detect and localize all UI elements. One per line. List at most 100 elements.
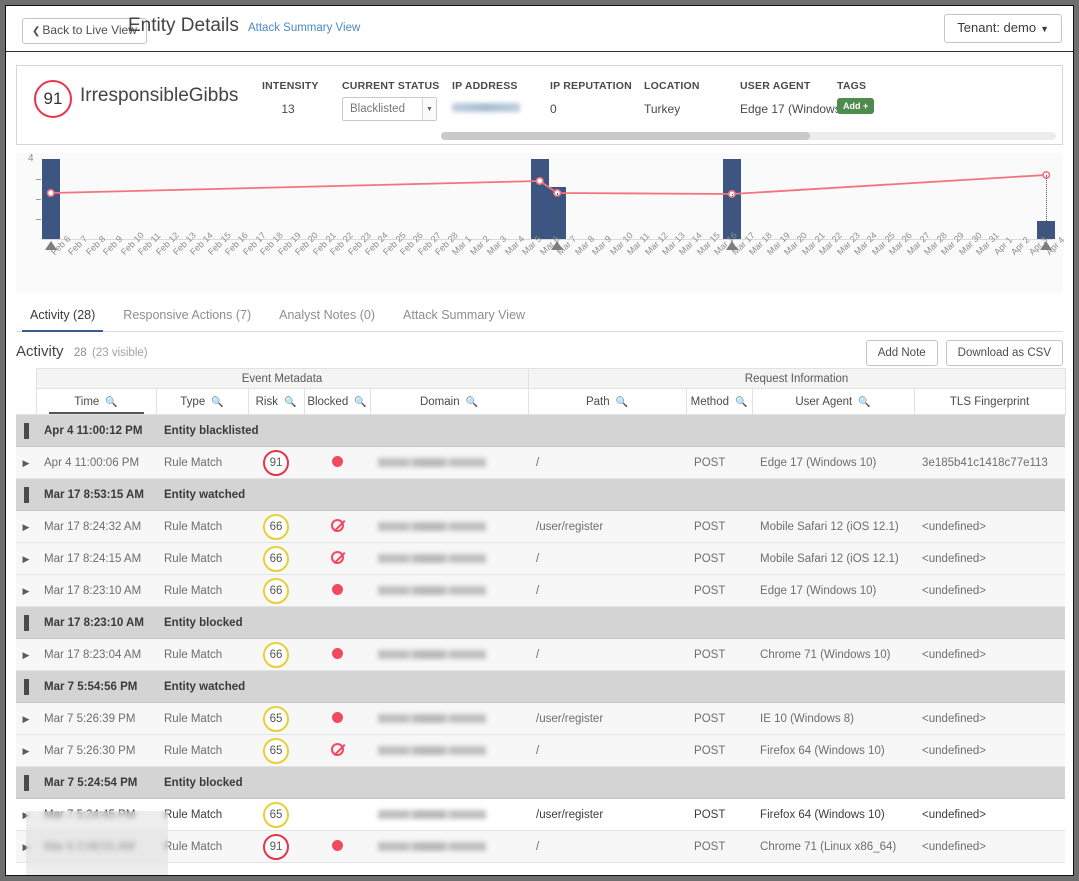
table-group-header: Request Information xyxy=(527,368,1066,389)
column-header-risk[interactable]: Risk 🔍 xyxy=(247,388,305,415)
domain-value-redacted xyxy=(378,457,486,467)
attack-summary-view-link[interactable]: Attack Summary View xyxy=(248,22,360,34)
add-note-button[interactable]: Add Note xyxy=(865,340,938,366)
caret-right-icon[interactable]: ▶ xyxy=(23,586,30,596)
caret-right-icon[interactable]: ▶ xyxy=(23,810,30,820)
search-icon[interactable]: 🔍 xyxy=(284,397,296,408)
row-expand-cell[interactable]: ▶ xyxy=(16,638,36,671)
domain-value-redacted xyxy=(378,841,486,851)
cell-time: Mar 6 2:48:01 AM xyxy=(36,830,156,863)
risk-badge: 66 xyxy=(263,545,289,572)
chart-event-marker[interactable] xyxy=(44,241,57,250)
tab-attack-summary-view[interactable]: Attack Summary View xyxy=(389,308,539,331)
cell-tls-fingerprint: <undefined> xyxy=(914,542,1066,575)
event-time: Mar 17 8:53:15 AM xyxy=(36,478,156,511)
column-header-tls-fingerprint[interactable]: TLS Fingerprint xyxy=(913,388,1066,415)
column-header-time[interactable]: Time 🔍 xyxy=(35,388,157,415)
risk-badge: 91 xyxy=(263,449,289,476)
column-header-path[interactable]: Path 🔍 xyxy=(527,388,687,415)
row-expand-cell[interactable]: ▶ xyxy=(16,574,36,607)
chart-event-marker[interactable] xyxy=(551,241,564,250)
table-row[interactable]: ▶ Mar 7 5:24:45 PM Rule Match 65/user/regis… xyxy=(16,798,1066,831)
event-marker-cell xyxy=(16,478,36,511)
caret-right-icon[interactable]: ▶ xyxy=(23,554,30,564)
domain-value-redacted xyxy=(378,553,486,563)
no-entry-icon xyxy=(330,550,344,564)
column-header-label: TLS Fingerprint xyxy=(949,395,1030,408)
caret-right-icon[interactable]: ▶ xyxy=(23,842,30,852)
caret-right-icon[interactable]: ▶ xyxy=(23,746,30,756)
cell-blocked xyxy=(304,446,370,479)
row-expand-cell[interactable]: ▶ xyxy=(16,542,36,575)
event-type: Entity watched xyxy=(156,670,1066,703)
event-bar-icon xyxy=(23,614,29,631)
row-expand-cell[interactable]: ▶ xyxy=(16,510,36,543)
event-type: Entity blocked xyxy=(156,766,1066,799)
caret-right-icon[interactable]: ▶ xyxy=(23,650,30,660)
chevron-down-icon[interactable]: ▼ xyxy=(422,98,436,120)
table-row[interactable]: ▶ Mar 17 8:24:32 AM Rule Match 66/user/regi… xyxy=(16,510,1066,543)
table-row[interactable]: ▶ Mar 6 2:48:01 AM Rule Match 91 /POST Chrome… xyxy=(16,830,1066,863)
row-expand-cell[interactable]: ▶ xyxy=(16,830,36,863)
tab-responsive-actions-7[interactable]: Responsive Actions (7) xyxy=(109,308,265,331)
column-header-label: Method xyxy=(690,395,729,408)
add-tag-button[interactable]: Add + xyxy=(837,98,875,114)
table-row[interactable]: ▶ Mar 7 5:26:39 PM Rule Match 65/user/regis… xyxy=(16,702,1066,735)
column-header-type[interactable]: Type 🔍 xyxy=(155,388,249,415)
search-icon[interactable]: 🔍 xyxy=(211,397,223,408)
download-csv-button[interactable]: Download as CSV xyxy=(945,340,1063,366)
row-expand-cell[interactable]: ▶ xyxy=(16,446,36,479)
column-header-method[interactable]: Method 🔍 xyxy=(685,388,753,415)
event-marker-cell xyxy=(16,606,36,639)
caret-right-icon[interactable]: ▶ xyxy=(23,458,30,468)
search-icon[interactable]: 🔍 xyxy=(354,397,366,408)
y-axis-tick xyxy=(36,179,41,180)
tab-activity-28[interactable]: Activity (28) xyxy=(16,308,109,332)
chart-event-marker[interactable] xyxy=(1040,241,1053,250)
cell-user-agent: Edge 17 (Windows 10) xyxy=(752,574,915,607)
back-to-live-view-label: Back to Live View xyxy=(42,23,137,37)
table-row[interactable]: ▶ Mar 17 8:24:15 AM Rule Match 66 /POST Mobil… xyxy=(16,542,1066,575)
cell-time: Mar 17 8:24:32 AM xyxy=(36,510,156,543)
activity-actions: Add Note Download as CSV xyxy=(865,340,1063,366)
table-row[interactable]: ▶ Apr 4 11:00:06 PM Rule Match 91 /POST Edge … xyxy=(16,446,1066,479)
cell-method: POST xyxy=(686,702,753,735)
row-expand-cell[interactable]: ▶ xyxy=(16,734,36,767)
cell-domain xyxy=(370,638,529,671)
cell-tls-fingerprint: <undefined> xyxy=(914,702,1066,735)
column-header-user-agent[interactable]: User Agent 🔍 xyxy=(751,388,915,415)
cell-risk: 66 xyxy=(248,638,304,671)
column-header-domain[interactable]: Domain 🔍 xyxy=(369,388,529,415)
caret-right-icon[interactable]: ▶ xyxy=(23,714,30,724)
caret-right-icon[interactable]: ▶ xyxy=(23,522,30,532)
search-icon[interactable]: 🔍 xyxy=(466,397,478,408)
top-bar: ❮ Back to Live View Entity Details Attack… xyxy=(6,6,1073,52)
table-event-row: Mar 17 8:23:10 AM Entity blocked xyxy=(16,606,1066,639)
event-type: Entity blocked xyxy=(156,606,1066,639)
row-expand-cell[interactable]: ▶ xyxy=(16,798,36,831)
tab-analyst-notes-0[interactable]: Analyst Notes (0) xyxy=(265,308,389,331)
chart-event-marker[interactable] xyxy=(725,241,738,250)
cell-method: POST xyxy=(686,830,753,863)
table-group-spacer xyxy=(16,368,36,389)
row-expand-cell[interactable]: ▶ xyxy=(16,702,36,735)
search-icon[interactable]: 🔍 xyxy=(858,397,870,408)
cell-path: / xyxy=(528,446,687,479)
search-icon[interactable]: 🔍 xyxy=(616,397,628,408)
tenant-selector-button[interactable]: Tenant: demo ▼ xyxy=(944,14,1062,43)
search-icon[interactable]: 🔍 xyxy=(735,397,747,408)
column-header-blocked[interactable]: Blocked 🔍 xyxy=(303,388,371,415)
search-icon[interactable]: 🔍 xyxy=(105,397,117,408)
chart-trend-line xyxy=(46,171,1051,198)
cell-tls-fingerprint: <undefined> xyxy=(914,574,1066,607)
summary-horizontal-scrollbar[interactable] xyxy=(441,132,1056,140)
table-row[interactable]: ▶ Mar 7 5:26:30 PM Rule Match 65 /POST Firefo… xyxy=(16,734,1066,767)
table-row[interactable]: ▶ Mar 17 8:23:04 AM Rule Match 66 /POST Chrom… xyxy=(16,638,1066,671)
current-status-select[interactable]: Blacklisted ▼ xyxy=(342,97,437,121)
cell-tls-fingerprint: 3e185b41c1418c77e113 xyxy=(914,446,1066,479)
cell-tls-fingerprint: <undefined> xyxy=(914,798,1066,831)
cell-user-agent: Chrome 71 (Windows 10) xyxy=(752,638,915,671)
current-status-value: Blacklisted xyxy=(350,103,405,115)
table-row[interactable]: ▶ Mar 17 8:23:10 AM Rule Match 66 /POST Edge … xyxy=(16,574,1066,607)
activity-title: Activity xyxy=(16,343,64,360)
